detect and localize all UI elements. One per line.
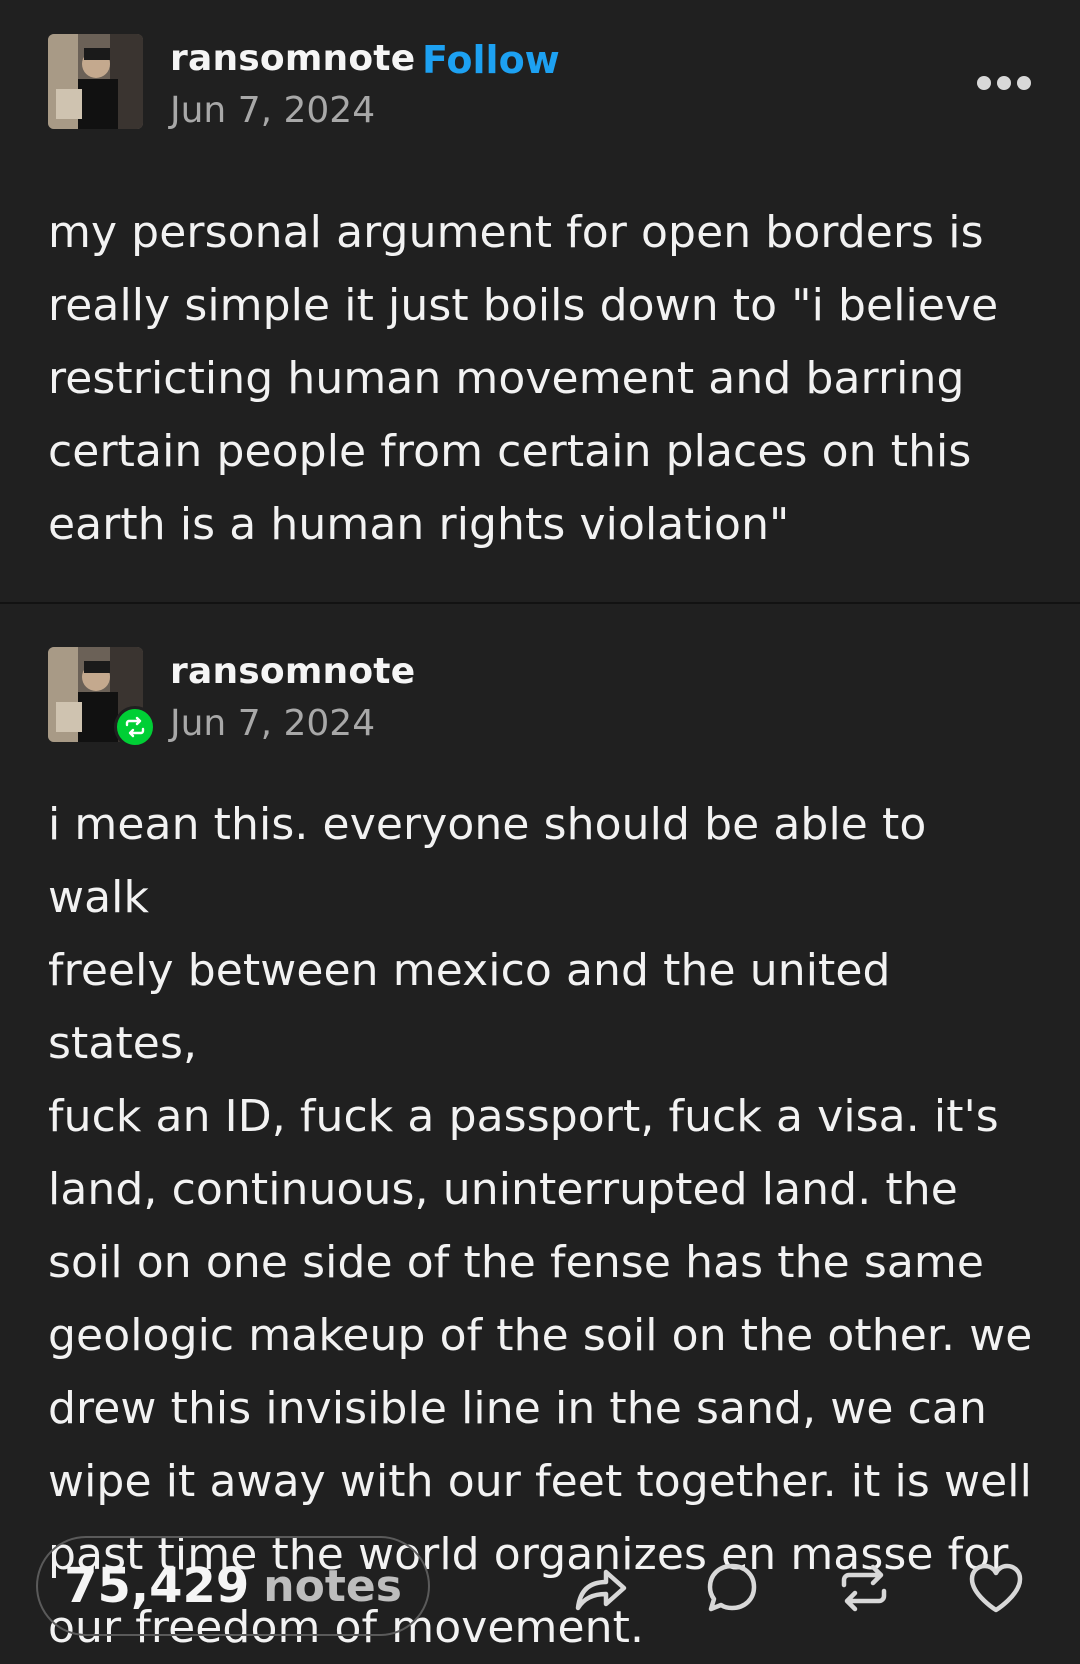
notes-button[interactable]: 75,429 notes (36, 1536, 430, 1636)
post-footer: 75,429 notes (0, 1536, 1080, 1642)
reblog-badge-icon (114, 706, 156, 748)
more-horizontal-icon[interactable] (976, 68, 1032, 98)
reply-icon[interactable] (702, 1558, 762, 1618)
share-icon[interactable] (570, 1558, 630, 1618)
avatar-image (48, 34, 143, 129)
post-username[interactable]: ransomnote (170, 38, 415, 79)
post-body: my personal argument for open borders is… (48, 207, 999, 550)
reblog-date: Jun 7, 2024 (170, 703, 376, 744)
post-date: Jun 7, 2024 (170, 90, 376, 131)
avatar[interactable] (48, 34, 143, 129)
reblog-icon[interactable] (834, 1558, 894, 1618)
reblog-username[interactable]: ransomnote (170, 651, 415, 692)
divider (0, 602, 1080, 604)
notes-label: notes (263, 1560, 402, 1612)
heart-icon[interactable] (966, 1558, 1026, 1618)
follow-button[interactable]: Follow (422, 38, 560, 82)
notes-count: 75,429 (64, 1558, 250, 1614)
reblog-body: i mean this. everyone should be able to … (48, 799, 1033, 1653)
